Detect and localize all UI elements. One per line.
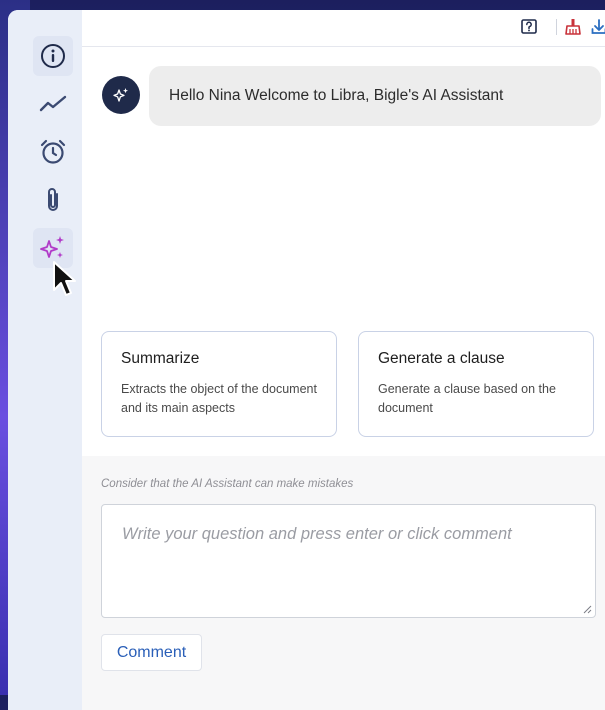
paperclip-icon	[48, 188, 58, 211]
sparkle-ai-icon	[40, 236, 64, 258]
summarize-card[interactable]: Summarize Extracts the object of the doc…	[101, 331, 337, 437]
download-icon	[591, 19, 605, 34]
card-title: Summarize	[121, 350, 200, 367]
info-icon	[41, 44, 65, 68]
clear-chat-button[interactable]	[562, 16, 584, 38]
trend-line-icon	[39, 95, 67, 112]
download-button[interactable]	[588, 16, 605, 38]
sidebar-item-activity[interactable]	[33, 84, 73, 124]
generate-clause-card[interactable]: Generate a clause Generate a clause base…	[358, 331, 594, 437]
greeting-text: Hello Nina Welcome to Libra, Bigle's AI …	[169, 87, 504, 104]
mouse-cursor-icon	[53, 261, 76, 296]
clear-brush-icon	[565, 19, 581, 35]
card-description: Generate a clause based on the document	[378, 382, 556, 415]
sidebar-item-attachments[interactable]	[33, 180, 73, 220]
resize-grip-icon[interactable]	[582, 604, 592, 614]
assistant-avatar	[102, 76, 140, 114]
alarm-clock-icon	[40, 139, 66, 164]
comment-button[interactable]: Comment	[101, 634, 202, 671]
question-input[interactable]: Write your question and press enter or c…	[101, 504, 596, 618]
disclaimer-text: Consider that the AI Assistant can make …	[101, 478, 354, 490]
panel-toolbar	[82, 10, 605, 47]
card-description: Extracts the object of the document and …	[121, 382, 317, 415]
app-window: Hello Nina Welcome to Libra, Bigle's AI …	[8, 10, 605, 710]
help-box-icon	[521, 19, 537, 34]
card-title: Generate a clause	[378, 350, 505, 367]
help-button[interactable]	[518, 16, 540, 38]
sparkle-icon	[113, 88, 128, 102]
toolbar-divider	[556, 19, 557, 35]
ai-assistant-panel: Hello Nina Welcome to Libra, Bigle's AI …	[82, 10, 605, 710]
sidebar-item-info[interactable]	[33, 36, 73, 76]
question-input-placeholder: Write your question and press enter or c…	[122, 525, 512, 543]
assistant-greeting-message: Hello Nina Welcome to Libra, Bigle's AI …	[149, 66, 601, 126]
sidebar-item-reminders[interactable]	[33, 132, 73, 172]
composer-area: Consider that the AI Assistant can make …	[82, 456, 605, 710]
sidebar	[8, 10, 82, 710]
